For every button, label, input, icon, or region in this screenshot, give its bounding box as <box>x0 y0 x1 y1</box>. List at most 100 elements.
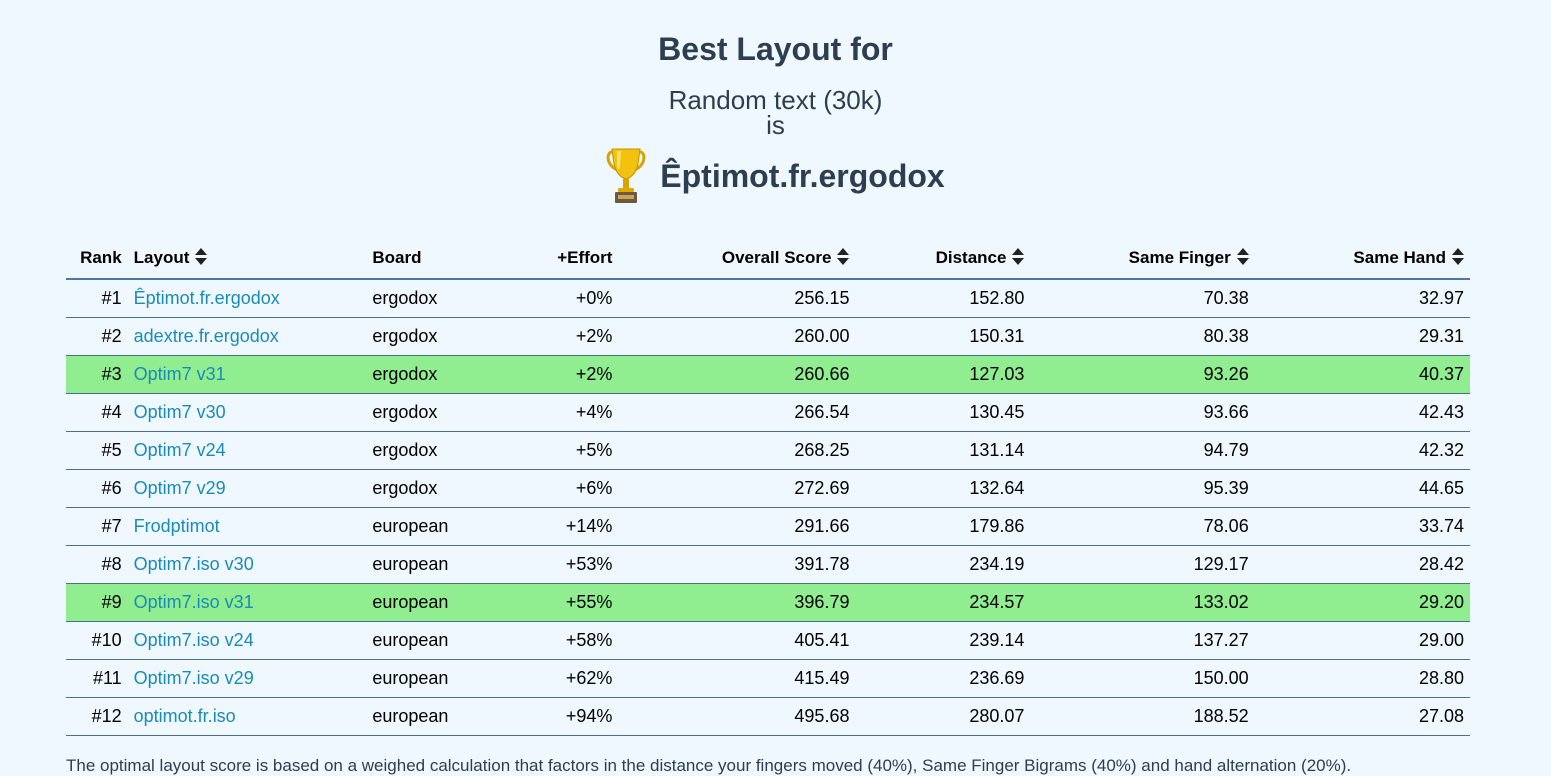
board-cell: european <box>366 659 526 698</box>
distance-cell: 150.31 <box>855 317 1031 356</box>
column-header-same-finger[interactable]: Same Finger <box>1030 237 1255 280</box>
layout-link[interactable]: Optim7.iso v29 <box>134 668 254 688</box>
same-hand-cell: 32.97 <box>1254 279 1470 318</box>
layout-link[interactable]: Optim7 v24 <box>134 440 226 460</box>
same-hand-cell: 29.31 <box>1254 317 1470 356</box>
layout-link[interactable]: adextre.fr.ergodox <box>134 326 279 346</box>
distance-cell: 236.69 <box>855 659 1031 698</box>
layout-link[interactable]: Optim7.iso v30 <box>134 554 254 574</box>
trophy-icon <box>606 148 646 203</box>
same-hand-cell: 29.20 <box>1254 583 1470 622</box>
column-header-overall-score[interactable]: Overall Score <box>618 237 856 280</box>
overall-score-cell: 291.66 <box>618 507 856 546</box>
layout-link[interactable]: optimot.fr.iso <box>134 706 236 726</box>
same-finger-cell: 95.39 <box>1030 469 1255 508</box>
overall-score-cell: 268.25 <box>618 431 856 470</box>
layout-link[interactable]: Optim7 v31 <box>134 364 226 384</box>
layout-link[interactable]: Optim7 v30 <box>134 402 226 422</box>
rank-cell: #1 <box>66 279 128 318</box>
layout-ranking-table: Rank Layout Board +Effort Overall Score … <box>66 237 1470 736</box>
board-cell: european <box>366 621 526 660</box>
overall-score-cell: 495.68 <box>618 697 856 736</box>
board-cell: european <box>366 545 526 584</box>
overall-score-cell: 391.78 <box>618 545 856 584</box>
board-cell: ergodox <box>366 393 526 432</box>
same-hand-cell: 42.43 <box>1254 393 1470 432</box>
effort-cell: +53% <box>525 545 619 584</box>
column-header-layout[interactable]: Layout <box>127 237 367 280</box>
overall-score-cell: 272.69 <box>618 469 856 508</box>
sort-icon[interactable] <box>1236 247 1249 266</box>
effort-cell: +6% <box>525 469 619 508</box>
rank-cell: #12 <box>66 697 128 736</box>
is-label: is <box>766 110 785 140</box>
column-header-rank: Rank <box>66 237 128 280</box>
table-row: #11 Optim7.iso v29 european +62% 415.49 236.6… <box>66 659 1470 698</box>
column-header-distance[interactable]: Distance <box>855 237 1031 280</box>
board-cell: ergodox <box>366 469 526 508</box>
layout-cell: Optim7.iso v24 <box>127 621 367 660</box>
effort-cell: +5% <box>525 431 619 470</box>
layout-link[interactable]: Optim7.iso v24 <box>134 630 254 650</box>
same-hand-cell: 28.42 <box>1254 545 1470 584</box>
layout-link[interactable]: Optim7.iso v31 <box>134 592 254 612</box>
table-row: #12 optimot.fr.iso european +94% 495.68 280.0… <box>66 697 1470 736</box>
distance-cell: 127.03 <box>855 355 1031 394</box>
effort-cell: +94% <box>525 697 619 736</box>
rank-cell: #11 <box>66 659 128 698</box>
layout-link[interactable]: Êptimot.fr.ergodox <box>134 288 280 308</box>
column-header-same-hand[interactable]: Same Hand <box>1254 237 1470 280</box>
distance-cell: 132.64 <box>855 469 1031 508</box>
board-cell: ergodox <box>366 279 526 318</box>
rank-cell: #2 <box>66 317 128 356</box>
sort-icon[interactable] <box>1452 247 1464 266</box>
effort-cell: +55% <box>525 583 619 622</box>
distance-cell: 130.45 <box>855 393 1031 432</box>
same-finger-cell: 70.38 <box>1030 279 1255 318</box>
rank-cell: #4 <box>66 393 128 432</box>
layout-cell: Optim7 v30 <box>127 393 367 432</box>
board-cell: ergodox <box>366 317 526 356</box>
layout-link[interactable]: Frodptimot <box>134 516 220 536</box>
same-hand-cell: 29.00 <box>1254 621 1470 660</box>
effort-cell: +14% <box>525 507 619 546</box>
table-row: #10 Optim7.iso v24 european +58% 405.41 239.1… <box>66 621 1470 660</box>
same-finger-cell: 93.26 <box>1030 355 1255 394</box>
rank-cell: #3 <box>66 355 128 394</box>
overall-score-cell: 256.15 <box>618 279 856 318</box>
same-finger-cell: 80.38 <box>1030 317 1255 356</box>
table-row: #7 Frodptimot european +14% 291.66 179.86 78.0… <box>66 507 1470 546</box>
table-header-row: Rank Layout Board +Effort Overall Score … <box>66 237 1470 280</box>
same-hand-cell: 28.80 <box>1254 659 1470 698</box>
effort-cell: +0% <box>525 279 619 318</box>
same-finger-cell: 188.52 <box>1030 697 1255 736</box>
rank-cell: #6 <box>66 469 128 508</box>
same-finger-cell: 78.06 <box>1030 507 1255 546</box>
page-title: Best Layout for <box>658 31 893 67</box>
winner-layout-name: Êptimot.fr.ergodox <box>660 158 945 194</box>
layout-cell: optimot.fr.iso <box>127 697 367 736</box>
effort-cell: +4% <box>525 393 619 432</box>
rank-cell: #5 <box>66 431 128 470</box>
sort-icon[interactable] <box>837 247 850 266</box>
board-cell: ergodox <box>366 431 526 470</box>
sort-icon[interactable] <box>1012 247 1025 266</box>
overall-score-cell: 415.49 <box>618 659 856 698</box>
layout-cell: Optim7 v31 <box>127 355 367 394</box>
same-hand-cell: 27.08 <box>1254 697 1470 736</box>
score-explanation: The optimal layout score is based on a w… <box>66 756 1352 775</box>
same-finger-cell: 94.79 <box>1030 431 1255 470</box>
layout-cell: Optim7.iso v31 <box>127 583 367 622</box>
overall-score-cell: 260.00 <box>618 317 856 356</box>
layout-link[interactable]: Optim7 v29 <box>134 478 226 498</box>
table-row: #6 Optim7 v29 ergodox +6% 272.69 132.64 95.39 4… <box>66 469 1470 508</box>
column-header-effort: +Effort <box>525 237 619 280</box>
effort-cell: +2% <box>525 317 619 356</box>
overall-score-cell: 405.41 <box>618 621 856 660</box>
overall-score-cell: 396.79 <box>618 583 856 622</box>
column-header-board: Board <box>366 237 526 280</box>
distance-cell: 179.86 <box>855 507 1031 546</box>
same-finger-cell: 133.02 <box>1030 583 1255 622</box>
same-hand-cell: 44.65 <box>1254 469 1470 508</box>
sort-icon[interactable] <box>195 247 208 266</box>
